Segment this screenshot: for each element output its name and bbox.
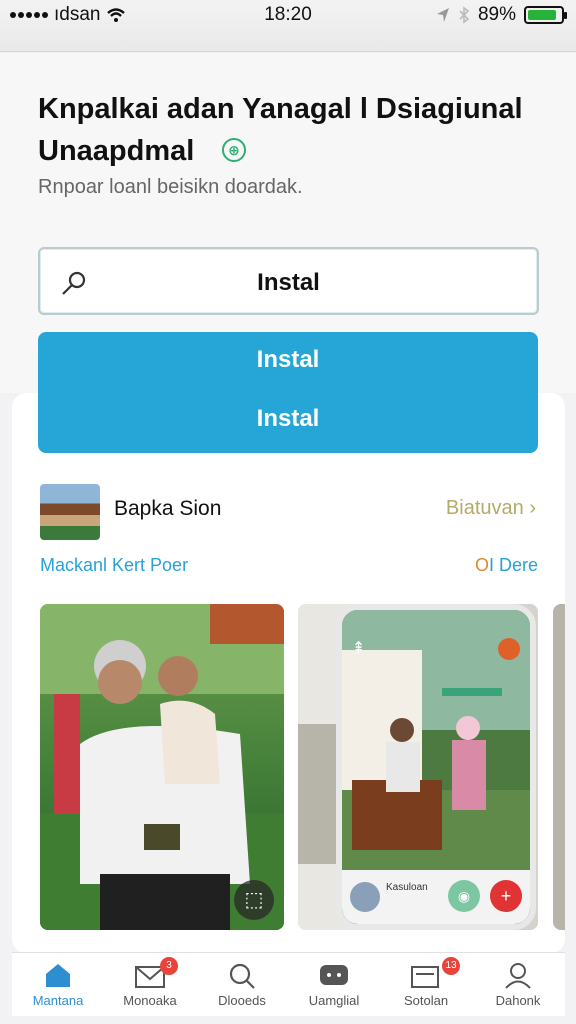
tab-label: Sotolan	[403, 993, 449, 1008]
share-icon[interactable]: ⬚	[234, 880, 274, 920]
location-icon	[436, 8, 449, 22]
install-button[interactable]: Instal Instal	[38, 332, 538, 453]
search-icon	[229, 963, 255, 989]
tab-label: Dlooeds	[218, 993, 266, 1008]
chevron-right-icon: ›	[529, 497, 536, 519]
photo-card-family[interactable]: ⬚	[40, 604, 284, 930]
status-right: 89%	[436, 4, 567, 26]
mic-button[interactable]: ◉	[448, 880, 480, 912]
install-label-2: Instal	[256, 405, 320, 432]
home-icon	[46, 964, 70, 987]
phone-mockup: ⇞ Kasuloan ◉ +	[336, 604, 536, 930]
record-icon[interactable]	[498, 638, 520, 660]
filter-icon[interactable]: ⇞	[352, 638, 365, 658]
photo-card-video-call[interactable]: ⇞ Kasuloan ◉ +	[298, 604, 538, 930]
tab-label: Mantana	[32, 993, 84, 1008]
call-controls: Kasuloan ◉ +	[342, 870, 530, 924]
verified-icon: ⊕	[222, 138, 246, 162]
app-link-label: Biatuvan	[445, 497, 524, 519]
status-bar: ıdsan 18:20 89%	[0, 0, 576, 52]
page-title: Knpalkai adan Yanagal l Dsiagiunal Unaap…	[38, 93, 523, 167]
app-name: Bapka Sion	[114, 497, 222, 520]
link-left[interactable]: Mackanl Kert Poer	[40, 555, 188, 576]
link-right-prefix: O	[474, 555, 489, 575]
link-right[interactable]: OI Dere	[475, 555, 538, 576]
tab-label: Monoaka	[123, 993, 177, 1008]
battery-percent: 89%	[477, 4, 516, 25]
app-thumbnail	[40, 484, 100, 540]
page-subtitle: Rnpoar loanl beisikn doardak.	[38, 176, 303, 198]
notification-badge: 3	[160, 957, 178, 975]
tab-chat[interactable]: Uamglial	[288, 953, 380, 1017]
notification-badge: 13	[442, 957, 460, 975]
photo-card-next[interactable]	[553, 604, 565, 930]
tab-home[interactable]: Mantana	[12, 953, 104, 1017]
tab-notifications[interactable]: 13 Sotolan	[380, 953, 472, 1017]
caller-name: Kasuloan	[386, 882, 428, 893]
install-label-1: Instal	[256, 346, 320, 373]
install-search-button[interactable]: Instal	[38, 247, 539, 315]
end-call-button[interactable]: +	[490, 880, 522, 912]
links-row: Mackanl Kert Poer OI Dere	[40, 555, 538, 579]
tab-messages[interactable]: 3 Monoaka	[104, 953, 196, 1017]
tab-label: Dahonk	[495, 993, 541, 1008]
tab-search[interactable]: Dlooeds	[196, 953, 288, 1017]
bluetooth-icon	[459, 6, 470, 24]
battery-level	[528, 10, 556, 20]
install-outline-label: Instal	[257, 269, 320, 296]
avatar	[350, 882, 380, 912]
app-link[interactable]: Biatuvan ›	[446, 497, 536, 520]
profile-icon	[505, 963, 531, 989]
tab-profile[interactable]: Dahonk	[472, 953, 564, 1017]
battery-icon	[524, 6, 567, 24]
bottom-tab-bar: Mantana 3 Monoaka Dlooeds Uamglial 13 So…	[12, 952, 565, 1016]
app-row[interactable]: Bapka Sion Biatuvan ›	[40, 484, 540, 540]
link-right-rest: I Dere	[488, 555, 538, 575]
chat-icon	[320, 965, 348, 985]
tab-label: Uamglial	[308, 993, 360, 1008]
mail-icon	[135, 966, 165, 988]
